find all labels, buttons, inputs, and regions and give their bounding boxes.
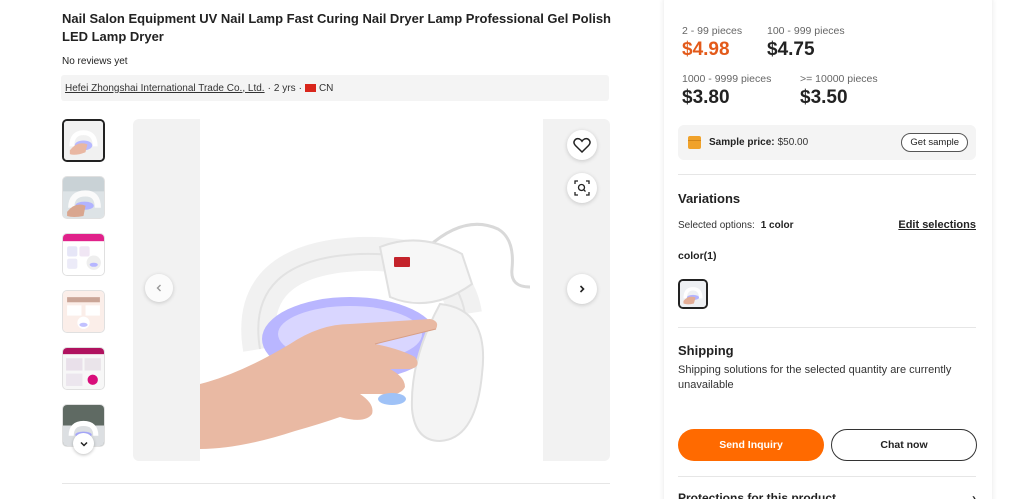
tier-range: 2 - 99 pieces <box>682 25 743 37</box>
edit-selections-link[interactable]: Edit selections <box>898 219 976 231</box>
favorite-button[interactable] <box>567 130 597 160</box>
thumbnail-5[interactable] <box>62 347 105 390</box>
price-tier-3: 1000 - 9999 pieces $3.80 <box>682 73 771 109</box>
sample-price-box: Sample price: $50.00 Get sample <box>678 125 976 160</box>
product-title: Nail Salon Equipment UV Nail Lamp Fast C… <box>62 11 612 44</box>
divider <box>678 174 976 175</box>
divider <box>678 327 976 328</box>
shipping-title: Shipping <box>678 343 734 358</box>
thumbnail-3[interactable] <box>62 233 105 276</box>
send-inquiry-button[interactable]: Send Inquiry <box>678 429 824 461</box>
heart-icon <box>573 137 591 153</box>
sample-price-label: Sample price: <box>709 137 775 148</box>
color-label: color(1) <box>678 250 717 262</box>
selected-options-row: Selected options: 1 color Edit selection… <box>678 219 976 231</box>
product-image[interactable] <box>200 119 543 461</box>
protections-title: Protections for this product <box>678 491 837 499</box>
china-flag-icon <box>304 84 316 92</box>
separator: · <box>298 82 302 94</box>
thumbnail-1[interactable] <box>62 119 105 162</box>
tier-range: 100 - 999 pieces <box>767 25 845 37</box>
tier-range: >= 10000 pieces <box>800 73 878 85</box>
tier-price: $4.98 <box>682 39 730 60</box>
sample-price-value: $50.00 <box>777 137 809 148</box>
thumbnail-4[interactable] <box>62 290 105 333</box>
divider <box>62 483 610 484</box>
tier-range: 1000 - 9999 pieces <box>682 73 772 85</box>
divider <box>678 476 976 477</box>
tier-price: $4.75 <box>767 39 815 60</box>
supplier-link[interactable]: Hefei Zhongshai International Trade Co.,… <box>65 83 265 94</box>
price-tier-4: >= 10000 pieces $3.50 <box>800 73 878 109</box>
reviews-text: No reviews yet <box>62 56 128 67</box>
chevron-right-icon: › <box>972 491 976 499</box>
price-tier-2: 100 - 999 pieces $4.75 <box>767 25 845 61</box>
image-search-button[interactable] <box>567 173 597 203</box>
selected-options-label: Selected options: <box>678 219 755 231</box>
prev-image-button[interactable] <box>145 274 173 302</box>
tier-price: $3.50 <box>800 87 848 108</box>
chevron-left-icon <box>156 284 161 292</box>
product-gallery <box>133 119 610 461</box>
chevron-right-icon <box>579 285 585 293</box>
chat-now-button[interactable]: Chat now <box>831 429 977 461</box>
price-tier-1: 2 - 99 pieces $4.98 <box>682 25 742 61</box>
get-sample-button[interactable]: Get sample <box>901 133 968 152</box>
lens-icon <box>574 180 590 196</box>
thumbnail-2[interactable] <box>62 176 105 219</box>
protections-row[interactable]: Protections for this product › <box>678 491 976 499</box>
shipping-text: Shipping solutions for the selected quan… <box>678 364 952 391</box>
color-swatch[interactable] <box>678 279 708 309</box>
tier-price: $3.80 <box>682 87 730 108</box>
selected-options-count: 1 color <box>760 219 794 231</box>
purchase-panel: 2 - 99 pieces $4.98 100 - 999 pieces $4.… <box>664 0 992 499</box>
thumbnail-list <box>62 119 106 449</box>
separator: · <box>267 82 271 94</box>
chevron-down-icon[interactable] <box>73 433 94 454</box>
package-icon <box>688 136 701 149</box>
supplier-bar: Hefei Zhongshai International Trade Co.,… <box>61 75 609 101</box>
variations-title: Variations <box>678 191 741 206</box>
supplier-country: CN <box>318 82 334 94</box>
next-image-button[interactable] <box>567 274 597 304</box>
supplier-years: 2 yrs <box>273 82 296 94</box>
